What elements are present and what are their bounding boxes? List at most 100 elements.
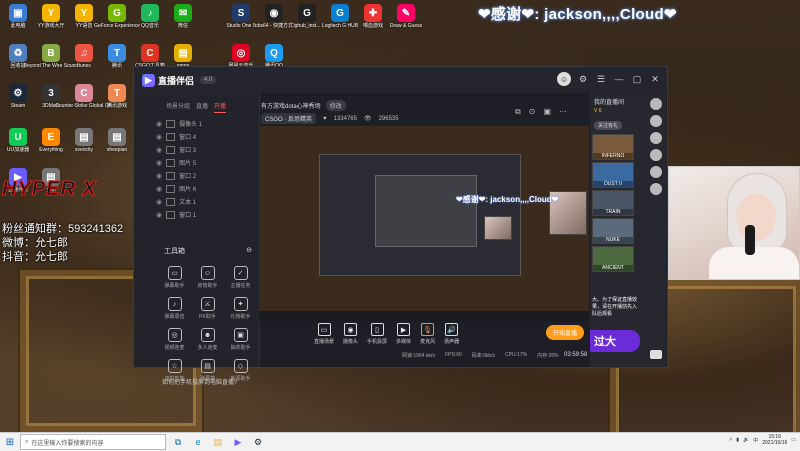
stream-preview[interactable] [259, 126, 589, 311]
source-item[interactable]: ◉ 窗口 1 [134, 208, 259, 221]
start-live-button[interactable]: 开始直播 [546, 325, 585, 340]
viewer-avatar[interactable] [650, 183, 662, 195]
source-item[interactable]: ◉ 窗口 2 [134, 169, 259, 182]
desktop-icon[interactable]: B Beyond The Wire Sound [24, 44, 78, 69]
toolbox-collapse-icon[interactable]: ⊖ [246, 246, 252, 256]
tool-item[interactable]: ✓ 主播任务 [224, 266, 257, 289]
share-icon[interactable]: ⧉ [515, 107, 521, 117]
desktop-icon[interactable]: U UU加速器 [3, 128, 33, 153]
tool-item[interactable]: ☺ 房管助手 [191, 266, 224, 289]
edit-title-button[interactable]: 修改 [325, 100, 346, 111]
user-avatar-icon[interactable]: ☺ [557, 72, 571, 86]
toolbar-button[interactable]: ◉ 摄像头 [343, 323, 358, 345]
input-language[interactable]: 中 [753, 437, 758, 444]
source-item[interactable]: ◉ 摄像头 1 [134, 117, 259, 130]
desktop-icon-glyph: G [298, 4, 316, 22]
desktop-icon[interactable]: ⚙ Steam [3, 84, 33, 109]
tool-item[interactable]: ✦ 礼物助手 [224, 297, 257, 320]
tool-item[interactable]: ▭ 弹幕助手 [158, 266, 191, 289]
eye-icon[interactable]: ◉ [156, 211, 162, 219]
minimize-icon[interactable]: — [613, 73, 625, 85]
eye-icon[interactable]: ◉ [156, 198, 162, 206]
tip-notice[interactable]: 如何把手机投屏到电脑直播? [162, 377, 237, 386]
toolbar-button[interactable]: 🔊 扬声器 [444, 323, 459, 345]
viewer-avatar[interactable] [650, 115, 662, 127]
desktop-icon-glyph: ▤ [174, 44, 192, 62]
tab-live[interactable]: 直播 [196, 101, 208, 113]
room-big-button[interactable]: 过大 [590, 330, 640, 352]
viewer-avatar[interactable] [650, 149, 662, 161]
eye-icon[interactable]: ◉ [156, 172, 162, 180]
file-explorer-icon[interactable]: ▤ [210, 435, 226, 449]
tool-item[interactable]: ◎ 视频连麦 [158, 328, 191, 351]
eye-icon[interactable]: ◉ [156, 159, 162, 167]
tab-start[interactable]: 开播 [214, 101, 227, 113]
tool-item[interactable]: ▣ 抽奖助手 [224, 328, 257, 351]
desktop-icon[interactable]: G Logitech G HUB [322, 4, 358, 29]
tool-item[interactable]: ⚔ PK助手 [191, 297, 224, 320]
streaming-app-taskbar-icon[interactable]: ▶ [230, 435, 246, 449]
desktop-icon[interactable]: ▤ sheepian [102, 128, 132, 153]
screenshot-icon[interactable]: ▣ [543, 107, 551, 117]
desktop-icon[interactable]: Glghub_inst... [292, 4, 322, 29]
viewer-avatar[interactable] [650, 166, 662, 178]
more-icon[interactable]: ⋯ [559, 107, 567, 117]
steam-taskbar-icon[interactable]: ⚙ [250, 435, 266, 449]
taskbar-clock[interactable]: 15:16 2021/10/16 [762, 434, 787, 446]
viewer-avatar[interactable] [650, 98, 662, 110]
eye-icon[interactable]: ◉ [156, 146, 162, 154]
category-tag[interactable]: CSGO · 反恐精英 [261, 113, 317, 124]
desktop-icon[interactable]: E Everything [36, 128, 66, 153]
desktop-icon[interactable]: G GeForce Experience [94, 4, 140, 29]
map-card[interactable]: DUST II [592, 162, 634, 188]
toolbar-button[interactable]: ▶ 多媒体 [396, 323, 411, 345]
eye-icon[interactable]: ◉ [156, 120, 162, 128]
task-view-icon[interactable]: ⧉ [170, 435, 186, 449]
map-card[interactable]: TRAIN [592, 190, 634, 216]
viewer-avatar[interactable] [650, 132, 662, 144]
toolbar-button[interactable]: 🎙 麦克风 [420, 323, 435, 345]
tab-scenes[interactable]: 场景分组 [166, 101, 190, 113]
desktop-icon[interactable]: S Studio One 5 [226, 4, 256, 29]
tool-item[interactable]: ☻ 多人连麦 [191, 328, 224, 351]
desktop-icon[interactable]: ♫ Itunes [69, 44, 99, 69]
desktop-icon[interactable]: ✚ 喂血游戏 [358, 4, 388, 29]
edge-icon[interactable]: e [190, 435, 206, 449]
map-card[interactable]: ANCIENT [592, 246, 634, 272]
desktop-icon[interactable]: ✎ Draw & Guess [390, 4, 422, 29]
desktop-icon[interactable]: ◉ obs64 - 快捷方式 [255, 4, 293, 29]
volume-icon[interactable]: 🔊 [743, 437, 749, 443]
source-item[interactable]: ◉ 文本 1 [134, 195, 259, 208]
start-menu-icon[interactable]: ⊞ [0, 437, 20, 448]
desktop-icon[interactable]: C Counter-Strike Global Off. [55, 84, 113, 109]
taskbar-search-input[interactable]: ⌕ 在这里输入你要搜索的内容 [20, 434, 166, 450]
tool-item[interactable]: ♪ 弹幕录音 [158, 297, 191, 320]
toolbar-button[interactable]: ▭ 直播场景 [314, 323, 334, 345]
toolbar-button[interactable]: ▯ 手机投屏 [367, 323, 387, 345]
source-item[interactable]: ◉ 图片 6 [134, 182, 259, 195]
message-icon[interactable] [650, 350, 662, 359]
network-icon[interactable]: ▮ [736, 437, 739, 443]
desktop-icon[interactable]: T 腾讯 [102, 44, 132, 69]
map-card[interactable]: NUKE [592, 218, 634, 244]
tray-arrow-icon[interactable]: ˄ [729, 437, 732, 443]
desktop-icon[interactable]: T 腾讯游戏 [102, 84, 132, 109]
eye-icon[interactable]: ◉ [156, 133, 162, 141]
menu-icon[interactable]: ☰ [595, 73, 607, 85]
desktop-icon[interactable]: ▤ svencity [69, 128, 99, 153]
notification-icon[interactable]: ▭ [791, 437, 796, 443]
record-icon[interactable]: ⊙ [529, 107, 536, 117]
desktop-icon[interactable]: ✉ 微信 [168, 4, 198, 29]
maximize-icon[interactable]: ▢ [631, 73, 643, 85]
source-item[interactable]: ◉ 图片 5 [134, 156, 259, 169]
desktop-icon[interactable]: Y YY游戏大厅 [36, 4, 66, 29]
desktop-icon[interactable]: ♪ QQ音乐 [135, 4, 165, 29]
source-item[interactable]: ◉ 窗口 3 [134, 143, 259, 156]
eye-icon[interactable]: ◉ [156, 185, 162, 193]
source-item[interactable]: ◉ 窗口 4 [134, 130, 259, 143]
follow-gift-button[interactable]: 关注有礼 [594, 121, 623, 130]
map-card[interactable]: INFERNO [592, 134, 634, 160]
desktop-icon[interactable]: ▣ 此电脑 [3, 4, 33, 29]
settings-icon[interactable]: ⚙ [577, 73, 589, 85]
close-icon[interactable]: ✕ [649, 73, 661, 85]
